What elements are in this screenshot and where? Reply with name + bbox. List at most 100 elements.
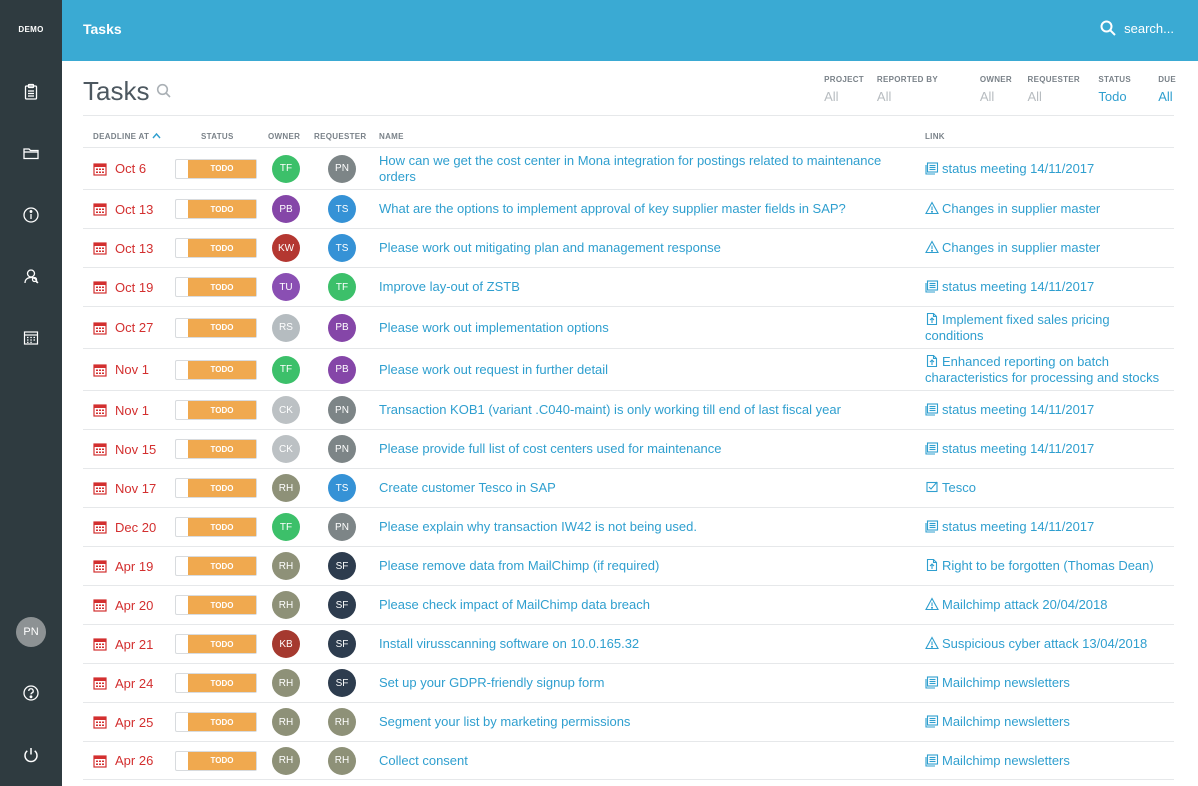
status-toggle[interactable]: TODO [175,517,257,537]
task-name-link[interactable]: Please work out mitigating plan and mana… [379,229,899,267]
task-name-link[interactable]: Please explain why transaction IW42 is n… [379,508,899,546]
task-name-link[interactable]: What are the options to implement approv… [379,190,899,228]
task-name-link[interactable]: Please work out request in further detai… [379,349,899,390]
task-name-link[interactable]: Improve lay-out of ZSTB [379,268,899,306]
requester-avatar[interactable]: SF [328,630,356,658]
status-toggle[interactable]: TODO [175,634,257,654]
link-text[interactable]: status meeting 14/11/2017 [942,402,1094,417]
table-row[interactable]: Nov 1 TODO CK PN Transaction KOB1 (variant .… [83,390,1174,429]
status-toggle[interactable]: TODO [175,199,257,219]
table-row[interactable]: Apr 26 TODO RH RH Collect consent Mailchimp n… [83,741,1174,780]
brand-logo[interactable]: DEMO [0,25,62,34]
owner-avatar[interactable]: TF [272,154,300,183]
task-link[interactable]: status meeting 14/11/2017 [925,268,1170,306]
owner-avatar[interactable]: KW [272,234,300,262]
filter-status[interactable]: STATUS Todo [1098,75,1131,104]
task-name[interactable]: Please remove data from MailChimp (if re… [379,558,659,574]
status-toggle[interactable]: TODO [175,673,257,693]
link-text[interactable]: status meeting 14/11/2017 [942,279,1094,294]
requester-avatar[interactable]: PN [328,513,356,541]
user-search-icon[interactable] [19,264,43,288]
status-toggle[interactable]: TODO [175,595,257,615]
table-row[interactable]: Dec 20 TODO TF PN Please explain why transac… [83,507,1174,546]
search-placeholder[interactable]: search... [1124,21,1174,36]
status-toggle[interactable]: TODO [175,400,257,420]
task-name[interactable]: What are the options to implement approv… [379,201,846,217]
owner-avatar[interactable]: PB [272,195,300,223]
info-icon[interactable] [19,203,43,227]
task-link[interactable]: status meeting 14/11/2017 [925,148,1170,189]
link-text[interactable]: Tesco [942,480,976,495]
filter-value[interactable]: All [1028,89,1081,104]
task-link[interactable]: Suspicious cyber attack 13/04/2018 [925,625,1170,663]
table-row[interactable]: Apr 20 TODO RH SF Please check impact of Mai… [83,585,1174,624]
task-name-link[interactable]: Collect consent [379,742,899,779]
link-text[interactable]: Changes in supplier master [942,240,1100,255]
task-name-link[interactable]: Set up your GDPR-friendly signup form [379,664,899,702]
task-name[interactable]: Collect consent [379,753,468,769]
table-row[interactable]: Oct 27 TODO RS PB Please work out implementa… [83,306,1174,348]
task-name[interactable]: How can we get the cost center in Mona i… [379,153,899,185]
task-link[interactable]: Mailchimp attack 20/04/2018 [925,586,1170,624]
power-icon[interactable] [19,743,43,767]
table-row[interactable]: Nov 15 TODO CK PN Please provide full list o… [83,429,1174,468]
owner-avatar[interactable]: RH [272,591,300,619]
requester-avatar[interactable]: PN [328,154,356,183]
link-text[interactable]: status meeting 14/11/2017 [942,441,1094,456]
requester-avatar[interactable]: TS [328,234,356,262]
table-row[interactable]: Apr 21 TODO KB SF Install virusscanning soft… [83,624,1174,663]
task-name-link[interactable]: Install virusscanning software on 10.0.1… [379,625,899,663]
clipboard-icon[interactable] [19,80,43,104]
task-name-link[interactable]: Please check impact of MailChimp data br… [379,586,899,624]
task-name[interactable]: Set up your GDPR-friendly signup form [379,675,604,691]
requester-avatar[interactable]: SF [328,552,356,580]
requester-avatar[interactable]: PN [328,435,356,463]
task-link[interactable]: Right to be forgotten (Thomas Dean) [925,547,1170,585]
table-row[interactable]: Oct 6 TODO TF PN How can we get the cost cen… [83,147,1174,189]
task-name[interactable]: Install virusscanning software on 10.0.1… [379,636,639,652]
filter-value[interactable]: Todo [1098,89,1131,104]
task-name-link[interactable]: Please remove data from MailChimp (if re… [379,547,899,585]
link-text[interactable]: Mailchimp newsletters [942,753,1070,768]
task-name[interactable]: Create customer Tesco in SAP [379,480,556,496]
folder-icon[interactable] [19,141,43,165]
owner-avatar[interactable]: CK [272,396,300,424]
status-toggle[interactable]: TODO [175,439,257,459]
link-text[interactable]: Right to be forgotten (Thomas Dean) [942,558,1154,573]
owner-avatar[interactable]: RS [272,313,300,342]
task-name[interactable]: Please explain why transaction IW42 is n… [379,519,697,535]
status-toggle[interactable]: TODO [175,238,257,258]
search-icon[interactable] [156,83,172,99]
filter-due[interactable]: DUE All [1158,75,1176,104]
link-text[interactable]: Implement fixed sales pricing conditions [925,312,1110,343]
filter-value[interactable]: All [877,89,938,104]
link-text[interactable]: Suspicious cyber attack 13/04/2018 [942,636,1147,651]
task-name-link[interactable]: How can we get the cost center in Mona i… [379,148,899,189]
owner-avatar[interactable]: RH [272,746,300,775]
task-name[interactable]: Segment your list by marketing permissio… [379,714,630,730]
filter-value[interactable]: All [824,89,864,104]
table-row[interactable]: Nov 17 TODO RH TS Create customer Tesco in S… [83,468,1174,507]
status-toggle[interactable]: TODO [175,712,257,732]
owner-avatar[interactable]: RH [272,474,300,502]
status-toggle[interactable]: TODO [175,750,257,771]
owner-avatar[interactable]: TU [272,273,300,301]
task-link[interactable]: status meeting 14/11/2017 [925,391,1170,429]
task-name-link[interactable]: Create customer Tesco in SAP [379,469,899,507]
user-avatar[interactable]: PN [16,617,46,647]
filter-requester[interactable]: REQUESTER All [1028,75,1081,104]
link-text[interactable]: Mailchimp newsletters [942,714,1070,729]
task-name[interactable]: Improve lay-out of ZSTB [379,279,520,295]
task-name-link[interactable]: Please work out implementation options [379,307,899,348]
link-text[interactable]: Changes in supplier master [942,201,1100,216]
owner-avatar[interactable]: TF [272,513,300,541]
task-link[interactable]: status meeting 14/11/2017 [925,430,1170,468]
status-toggle[interactable]: TODO [175,478,257,498]
requester-avatar[interactable]: PB [328,355,356,384]
table-row[interactable]: Oct 13 TODO KW TS Please work out mitigating… [83,228,1174,267]
requester-avatar[interactable]: TS [328,474,356,502]
owner-avatar[interactable]: CK [272,435,300,463]
table-row[interactable]: Apr 19 TODO RH SF Please remove data from Ma… [83,546,1174,585]
status-toggle[interactable]: TODO [175,556,257,576]
requester-avatar[interactable]: TS [328,195,356,223]
